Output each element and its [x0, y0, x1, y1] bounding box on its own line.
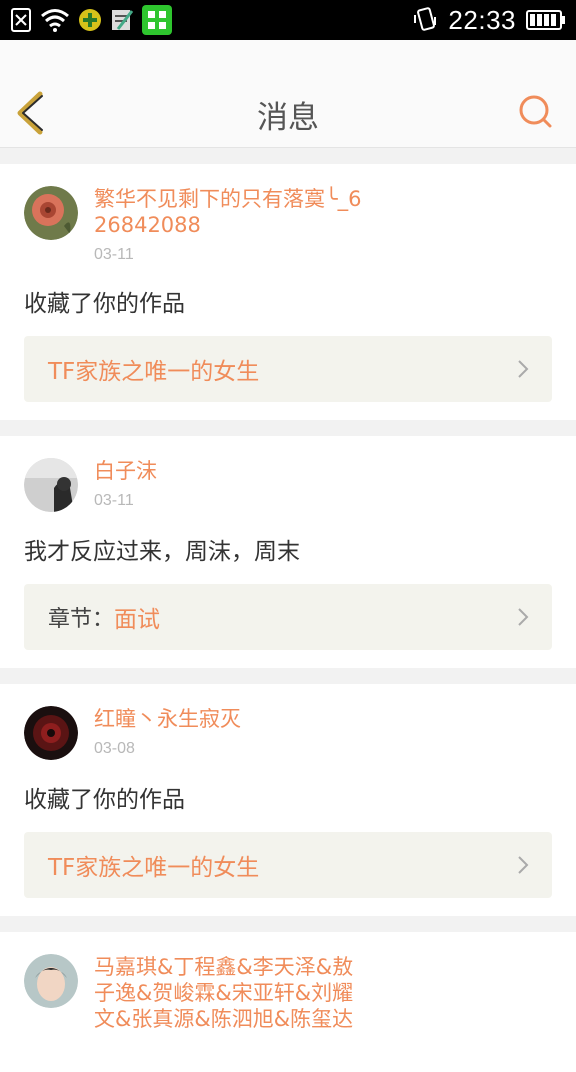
vibrate-icon	[414, 7, 437, 31]
chevron-right-icon	[518, 608, 529, 626]
search-icon[interactable]	[516, 92, 556, 132]
work-title: TF家族之唯一的女生	[48, 359, 260, 385]
username[interactable]: 红瞳丶永生寂灭	[94, 706, 241, 732]
work-reference-link[interactable]: TF家族之唯一的女生	[24, 832, 552, 898]
chapter-reference-link[interactable]: 章节： 面试	[24, 584, 552, 650]
work-reference-link[interactable]: TF家族之唯一的女生	[24, 336, 552, 402]
battery-icon	[526, 10, 565, 30]
message-date: 03-11	[94, 492, 134, 509]
plus-app-icon	[79, 9, 101, 31]
username[interactable]: 繁华不见剩下的只有落寞╰_626842088	[94, 186, 364, 238]
status-bar: 22:33	[0, 0, 576, 40]
navigation-bar: 消息	[0, 40, 576, 148]
notepad-icon	[112, 10, 134, 30]
message-card: 红瞳丶永生寂灭 03-08 收藏了你的作品 TF家族之唯一的女生	[0, 684, 576, 916]
message-list: 繁华不见剩下的只有落寞╰_626842088 03-11 收藏了你的作品 TF家…	[0, 148, 576, 1072]
clock: 22:33	[448, 4, 516, 35]
message-date: 03-08	[94, 740, 135, 757]
chevron-right-icon	[518, 360, 529, 378]
chapter-label: 章节：	[48, 607, 115, 632]
message-card: 马嘉琪&丁程鑫&李天泽&敖子逸&贺峻霖&宋亚轩&刘耀文&张真源&陈泗旭&陈玺达	[0, 932, 576, 1072]
message-card: 繁华不见剩下的只有落寞╰_626842088 03-11 收藏了你的作品 TF家…	[0, 164, 576, 420]
avatar[interactable]	[24, 954, 78, 1008]
grid-app-icon	[142, 5, 172, 35]
message-text: 收藏了你的作品	[24, 787, 185, 813]
message-card: 白子沫 03-11 我才反应过来，周沫，周末 章节： 面试	[0, 436, 576, 668]
username[interactable]: 马嘉琪&丁程鑫&李天泽&敖子逸&贺峻霖&宋亚轩&刘耀文&张真源&陈泗旭&陈玺达	[94, 954, 354, 1032]
avatar[interactable]	[24, 186, 78, 240]
chapter-title: 面试	[114, 607, 161, 633]
message-text: 我才反应过来，周沫，周末	[24, 539, 300, 565]
avatar[interactable]	[24, 706, 78, 760]
wifi-icon	[41, 9, 69, 32]
work-title: TF家族之唯一的女生	[48, 855, 260, 881]
chevron-right-icon	[518, 856, 529, 874]
sim-off-icon	[11, 8, 31, 32]
username[interactable]: 白子沫	[94, 458, 157, 484]
message-date: 03-11	[94, 246, 134, 263]
page-title: 消息	[257, 100, 319, 136]
message-text: 收藏了你的作品	[24, 291, 185, 317]
avatar[interactable]	[24, 458, 78, 512]
